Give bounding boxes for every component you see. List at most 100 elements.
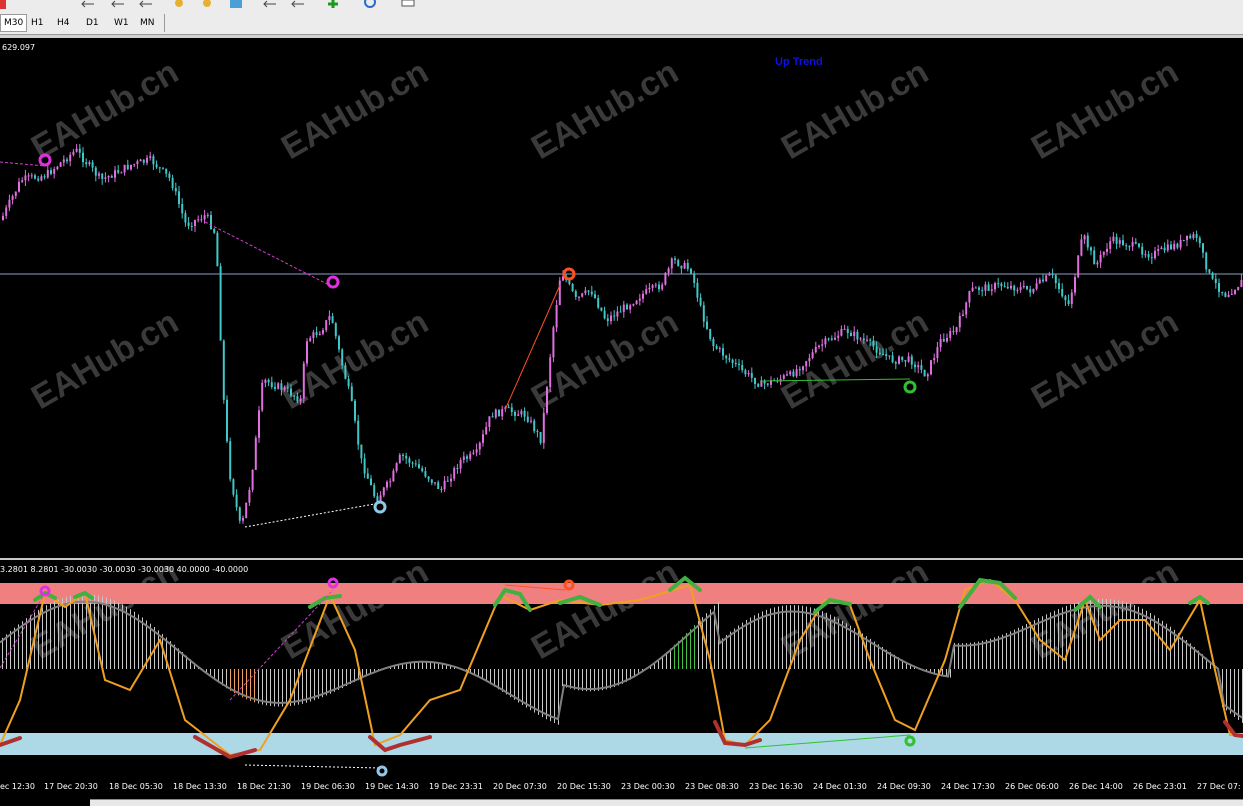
x-tick: 23 Dec 16:30 xyxy=(749,782,803,791)
candle-body xyxy=(767,384,769,385)
candle-body xyxy=(847,329,849,333)
candle-body xyxy=(332,316,334,323)
candle-body xyxy=(693,273,695,283)
watermark-text: EAHub.cn xyxy=(1025,303,1185,417)
candle-body xyxy=(584,290,586,293)
histogram-bar xyxy=(1142,609,1143,669)
watermark-text: EAHub.cn xyxy=(775,53,935,167)
candle-body xyxy=(242,518,244,521)
candle-body xyxy=(2,216,4,220)
candle-body xyxy=(1032,289,1034,293)
histogram-bar xyxy=(262,669,263,705)
candle-body xyxy=(559,280,561,305)
candle-body xyxy=(1186,236,1188,240)
candle-body xyxy=(66,159,68,161)
x-tick: 18 Dec 21:30 xyxy=(237,782,291,791)
candle-body xyxy=(399,455,401,463)
candle-body xyxy=(988,284,990,290)
candle-body xyxy=(1096,263,1098,265)
histogram-bar xyxy=(678,641,679,669)
candle-body xyxy=(396,463,398,471)
candle-body xyxy=(917,365,919,367)
candle-body xyxy=(450,479,452,482)
candle-body xyxy=(498,410,500,417)
candle-body xyxy=(572,284,574,291)
watermark-text: EAHub.cn xyxy=(275,53,435,167)
candle-body xyxy=(703,305,705,321)
histogram-bar xyxy=(746,620,747,669)
candle-body xyxy=(178,191,180,204)
candle-body xyxy=(1135,242,1137,244)
candle-body xyxy=(962,315,964,316)
histogram-bar xyxy=(278,669,279,707)
candle-body xyxy=(1122,240,1124,245)
candle-body xyxy=(872,341,874,347)
histogram-bar xyxy=(542,669,543,717)
candle-body xyxy=(492,416,494,417)
histogram-bar xyxy=(510,669,511,697)
candle-body xyxy=(287,388,289,389)
histogram-bar xyxy=(594,669,595,691)
candle-body xyxy=(306,341,308,363)
x-tick: 19 Dec 06:30 xyxy=(301,782,355,791)
candle-body xyxy=(82,153,84,162)
candle-body xyxy=(930,360,932,374)
histogram-bar xyxy=(1118,600,1119,669)
divergence-line xyxy=(205,222,333,287)
histogram-bar xyxy=(242,669,243,697)
histogram-bar xyxy=(306,669,307,703)
candle-body xyxy=(1228,295,1230,297)
histogram-bar xyxy=(770,608,771,669)
trend-label: Up Trend xyxy=(775,56,823,68)
candle-body xyxy=(616,312,618,317)
histogram-bar xyxy=(838,619,839,669)
candle-body xyxy=(309,338,311,341)
price-chart[interactable]: EAHub.cn EAHub.cn EAHub.cn EAHub.cn EAHub.cn… xyxy=(0,0,1243,805)
watermark-text: EAHub.cn xyxy=(525,53,685,167)
histogram-bar xyxy=(550,669,551,721)
candle-body xyxy=(47,170,49,177)
candle-body xyxy=(1045,275,1047,281)
candle-body xyxy=(460,460,462,469)
candle-body xyxy=(220,266,222,340)
histogram-bar xyxy=(22,621,23,669)
candle-body xyxy=(1112,237,1114,241)
histogram-bar xyxy=(794,605,795,669)
candle-body xyxy=(517,414,519,415)
histogram-bar xyxy=(150,624,151,669)
histogram-bar xyxy=(674,645,675,669)
candle-body xyxy=(383,488,385,496)
candle-body xyxy=(31,175,33,176)
candle-body xyxy=(1042,280,1044,282)
pane-separator[interactable] xyxy=(0,558,1243,560)
candle-body xyxy=(879,353,881,354)
candle-body xyxy=(700,298,702,305)
candle-body xyxy=(623,305,625,312)
histogram-bar xyxy=(682,637,683,669)
candle-body xyxy=(620,312,622,313)
candle-body xyxy=(677,260,679,266)
indicator-values-label: 3.2801 8.2801 -30.0030 -30.0030 -30.0030… xyxy=(0,565,248,574)
histogram-bar xyxy=(1090,600,1091,669)
candle-body xyxy=(1231,294,1233,295)
candle-body xyxy=(431,479,433,482)
candle-body xyxy=(1109,241,1111,249)
watermark-text: EAHub.cn xyxy=(525,553,685,667)
histogram-bar xyxy=(70,596,71,669)
x-tick: 24 Dec 01:30 xyxy=(813,782,867,791)
candle-body xyxy=(911,356,913,364)
candle-body xyxy=(1237,287,1239,290)
histogram-bar xyxy=(1174,630,1175,669)
candle-body xyxy=(927,374,929,376)
histogram-bar xyxy=(1050,613,1051,669)
histogram-bar xyxy=(1114,600,1115,669)
candle-body xyxy=(53,169,55,174)
candle-body xyxy=(1144,254,1146,255)
histogram-bar xyxy=(798,605,799,669)
signal-marker xyxy=(375,502,385,512)
candle-body xyxy=(303,363,305,398)
candle-body xyxy=(204,215,206,219)
histogram-bar xyxy=(1130,604,1131,669)
histogram-bar xyxy=(958,643,959,669)
candle-body xyxy=(901,357,903,361)
